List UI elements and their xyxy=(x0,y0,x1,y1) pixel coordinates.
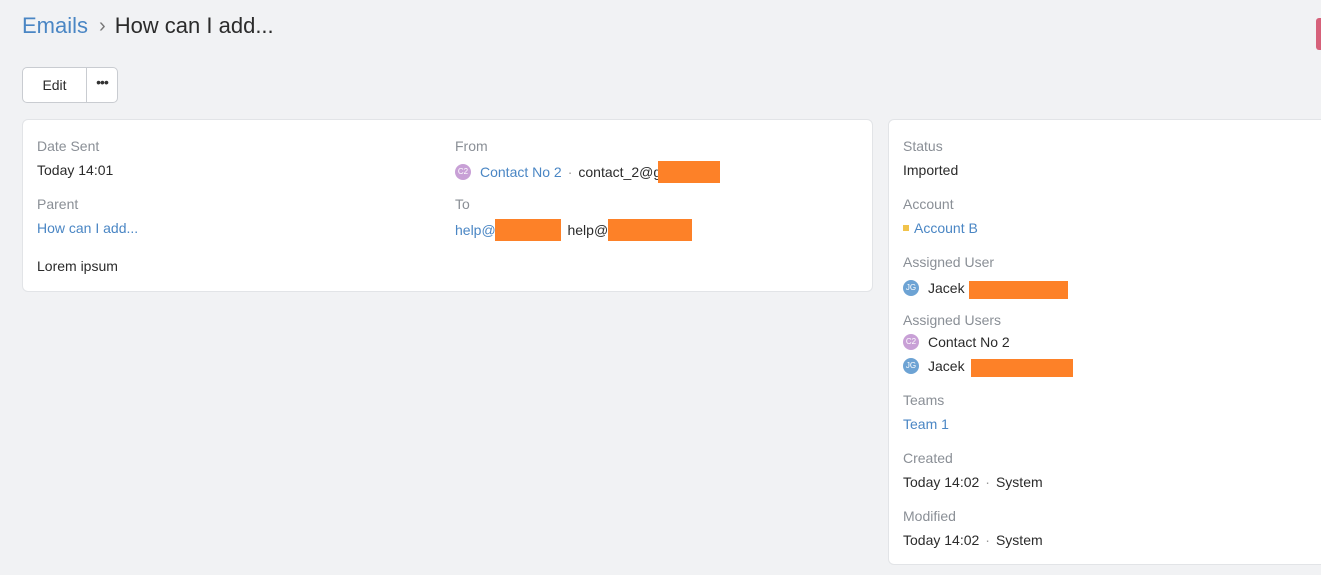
status-label: Status xyxy=(903,138,943,154)
breadcrumb-emails-link[interactable]: Emails xyxy=(22,13,88,39)
modified-label: Modified xyxy=(903,508,956,524)
ellipsis-icon: ••• xyxy=(96,74,109,90)
account-field: Account Account B xyxy=(903,195,978,237)
from-contact-link[interactable]: Contact No 2 xyxy=(480,163,562,181)
avatar: C2 xyxy=(903,334,919,350)
created-date: Today 14:02 xyxy=(903,474,980,490)
to-label: To xyxy=(455,196,470,212)
separator-dot: · xyxy=(985,532,990,548)
assigned-user-value: JG Jacek xyxy=(903,277,1068,299)
assigned-users-label: Assigned Users xyxy=(903,312,1002,328)
email-side-panel: Status Imported Account Account B Assign… xyxy=(888,119,1321,565)
avatar: JG xyxy=(903,358,919,374)
team-link[interactable]: Team 1 xyxy=(903,415,949,433)
created-by: System xyxy=(995,474,1043,490)
parent-label: Parent xyxy=(37,196,79,212)
breadcrumb: Emails › How can I add... xyxy=(22,13,274,39)
assigned-users-name-link[interactable]: Jacek xyxy=(928,357,965,375)
parent-value: How can I add... xyxy=(37,219,138,237)
assigned-user-label: Assigned User xyxy=(903,254,995,270)
avatar: JG xyxy=(903,280,919,296)
avatar: C2 xyxy=(455,164,471,180)
status-field: Status Imported xyxy=(903,137,958,179)
teams-value: Team 1 xyxy=(903,415,949,433)
chevron-right-icon: › xyxy=(99,14,106,37)
teams-field: Teams Team 1 xyxy=(903,391,949,433)
account-label: Account xyxy=(903,196,954,212)
modified-field: Modified Today 14:02 · System xyxy=(903,507,1043,549)
parent-field: Parent How can I add... xyxy=(37,195,138,237)
from-email: contact_2@g xyxy=(578,164,662,180)
assigned-user-field: Assigned User JG Jacek xyxy=(903,253,1068,299)
to-field: To help@g help@g xyxy=(455,195,692,241)
separator-dot: · xyxy=(985,474,990,490)
assigned-user-link[interactable]: Jacek xyxy=(928,279,965,297)
from-label: From xyxy=(455,138,488,154)
page-title: How can I add... xyxy=(114,13,274,38)
assigned-users-name-link[interactable]: Contact No 2 xyxy=(928,333,1010,351)
separator-dot: · xyxy=(567,164,573,180)
created-value: Today 14:02 · System xyxy=(903,473,1043,491)
status-value: Imported xyxy=(903,162,959,178)
redaction-block xyxy=(968,281,1068,299)
created-field: Created Today 14:02 · System xyxy=(903,449,1043,491)
email-detail-panel: Date Sent Today 14:01 From C2 Contact No… xyxy=(22,119,873,292)
list-item: C2 Contact No 2 xyxy=(903,333,1073,351)
redaction-block xyxy=(658,161,721,183)
edit-button[interactable]: Edit xyxy=(23,68,87,102)
date-sent-field: Date Sent Today 14:01 xyxy=(37,137,113,179)
modified-by: System xyxy=(995,532,1043,548)
created-label: Created xyxy=(903,450,953,466)
action-button-group: Edit ••• xyxy=(22,67,118,103)
teams-label: Teams xyxy=(903,392,945,408)
date-sent-value: Today 14:01 xyxy=(37,162,114,178)
redaction-block xyxy=(970,359,1073,377)
modified-date: Today 14:02 xyxy=(903,532,980,548)
more-actions-button[interactable]: ••• xyxy=(87,68,117,102)
from-value: C2 Contact No 2 · contact_2@g xyxy=(455,161,721,183)
redaction-block xyxy=(495,219,562,241)
modified-value: Today 14:02 · System xyxy=(903,531,1043,549)
account-value: Account B xyxy=(903,219,978,237)
redaction-block xyxy=(607,219,692,241)
from-field: From C2 Contact No 2 · contact_2@g xyxy=(455,137,721,183)
email-body: Lorem ipsum xyxy=(37,258,118,274)
date-sent-label: Date Sent xyxy=(37,138,100,154)
account-link[interactable]: Account B xyxy=(914,219,978,237)
to-value: help@g help@g xyxy=(455,219,692,241)
account-color-icon xyxy=(903,225,909,231)
parent-link[interactable]: How can I add... xyxy=(37,219,138,237)
side-tab-marker[interactable] xyxy=(1316,18,1321,50)
list-item: JG Jacek xyxy=(903,355,1073,377)
assigned-users-field: Assigned Users C2 Contact No 2 JG Jacek xyxy=(903,311,1073,377)
